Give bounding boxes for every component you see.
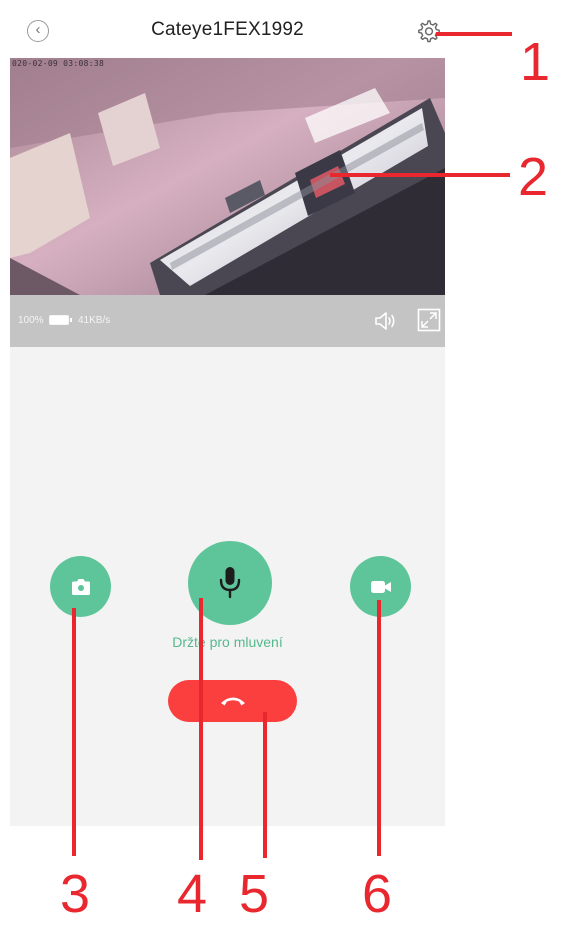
network-speed: 41KB/s (78, 315, 111, 326)
expand-icon (417, 308, 441, 332)
video-status-bar: 100% 41KB/s (10, 295, 445, 347)
hang-up-button[interactable] (168, 680, 297, 722)
callout-number-2: 2 (518, 147, 549, 207)
callout-number-1: 1 (520, 32, 551, 92)
camera-icon (71, 578, 90, 595)
video-timestamp: 020-02-09 03:08:38 (12, 59, 105, 68)
microphone-icon (219, 567, 241, 599)
battery-level: 100% (18, 315, 44, 326)
callout-line-3 (72, 608, 76, 856)
settings-button[interactable] (415, 18, 441, 44)
snapshot-button[interactable] (50, 556, 111, 617)
top-navigation-bar: ‹ Cateye1FEX1992 (10, 0, 445, 58)
callout-number-5: 5 (239, 864, 270, 924)
callout-line-6 (377, 600, 381, 856)
speaker-icon (375, 312, 395, 330)
phone-hangup-icon (220, 697, 245, 706)
callout-line-4 (199, 598, 203, 860)
volume-button[interactable] (373, 308, 399, 334)
fullscreen-button[interactable] (417, 308, 441, 332)
callout-line-1 (436, 32, 512, 36)
callout-line-5 (263, 712, 267, 858)
callout-line-2 (330, 173, 510, 177)
callout-number-6: 6 (362, 864, 393, 924)
page-title: Cateye1FEX1992 (151, 19, 304, 40)
gear-icon (418, 20, 440, 43)
video-camera-icon (370, 580, 391, 593)
battery-icon (49, 315, 72, 325)
callout-number-3: 3 (60, 864, 91, 924)
callout-number-4: 4 (177, 864, 208, 924)
